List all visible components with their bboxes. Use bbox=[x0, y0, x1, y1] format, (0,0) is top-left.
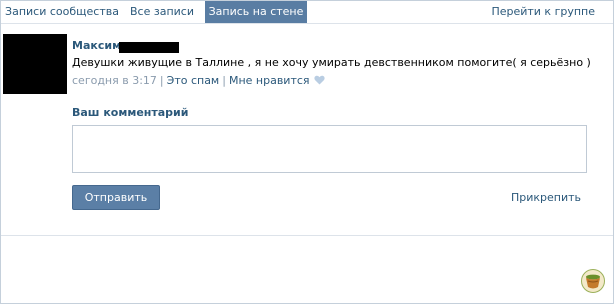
wall-post-panel: Записи сообщества Все записи Запись на с… bbox=[0, 0, 614, 304]
tab-all-posts[interactable]: Все записи bbox=[123, 1, 201, 23]
like-link[interactable]: Мне нравится bbox=[229, 74, 310, 87]
tab-bar: Записи сообщества Все записи Запись на с… bbox=[1, 1, 613, 24]
post-text: Девушки живущие в Таллине , я не хочу ум… bbox=[72, 56, 591, 69]
comment-input[interactable] bbox=[72, 125, 587, 173]
tab-community-posts[interactable]: Записи сообщества bbox=[1, 1, 123, 23]
comment-label: Ваш комментарий bbox=[72, 106, 189, 119]
send-button[interactable]: Отправить bbox=[72, 185, 160, 210]
post-meta: сегодня в 3:17 | Это спам | Мне нравится bbox=[72, 74, 325, 87]
tab-wall-post[interactable]: Запись на стене bbox=[205, 1, 307, 23]
go-to-group-link[interactable]: Перейти к группе bbox=[491, 1, 595, 23]
post-timestamp[interactable]: сегодня в 3:17 bbox=[72, 74, 157, 87]
avatar[interactable] bbox=[3, 34, 67, 94]
meta-separator: | bbox=[159, 74, 164, 87]
report-spam-link[interactable]: Это спам bbox=[167, 74, 220, 87]
author-name[interactable]: Максим bbox=[72, 39, 121, 52]
pot-icon[interactable] bbox=[581, 269, 605, 293]
divider bbox=[1, 235, 613, 236]
heart-icon[interactable] bbox=[313, 75, 325, 85]
redaction-bar bbox=[119, 42, 179, 53]
meta-separator: | bbox=[222, 74, 226, 87]
attach-link[interactable]: Прикрепить bbox=[511, 191, 581, 204]
